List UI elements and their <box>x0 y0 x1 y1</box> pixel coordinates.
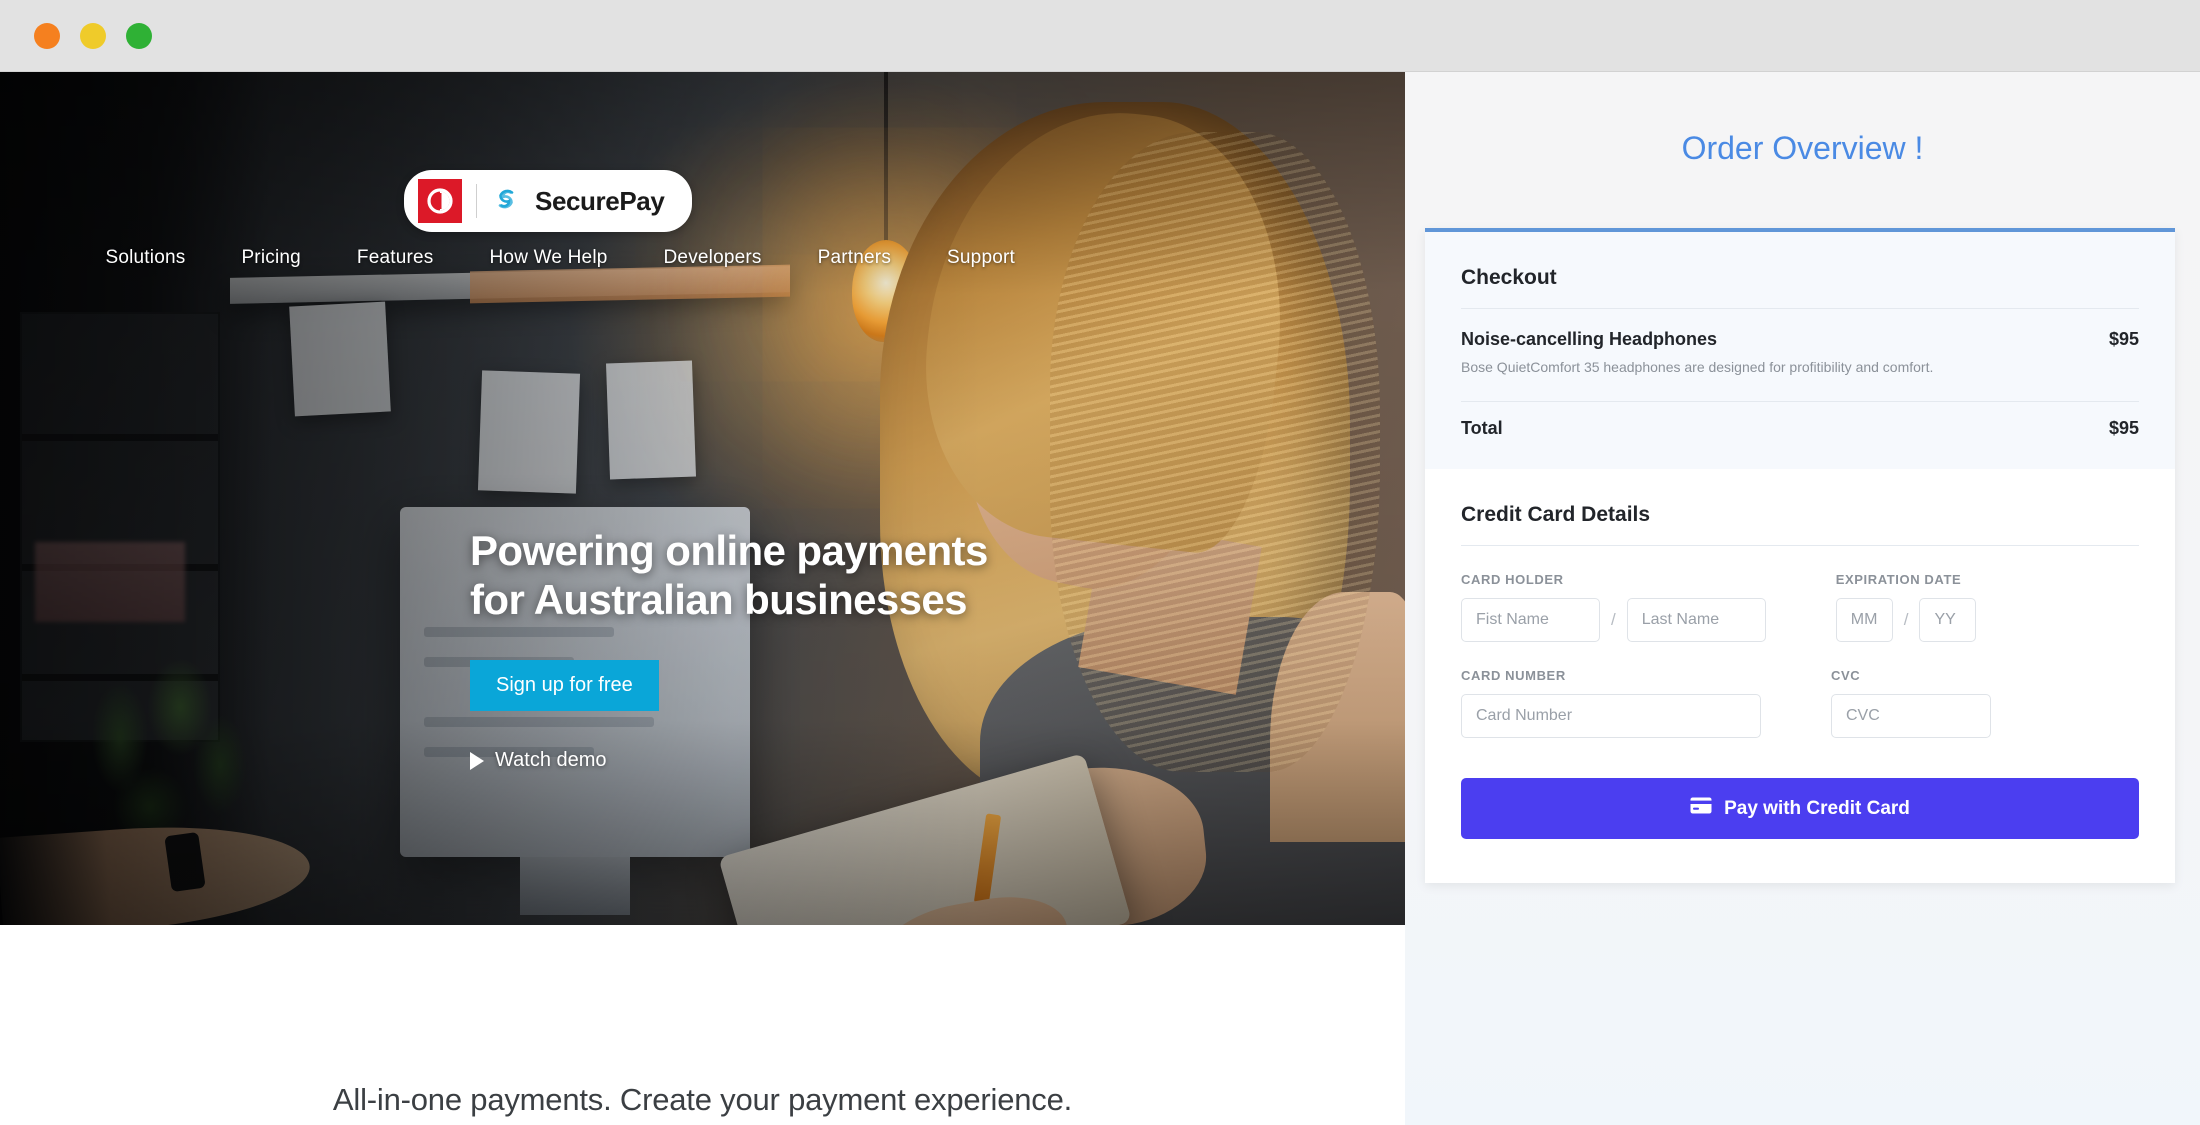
credit-card-heading: Credit Card Details <box>1461 503 1651 526</box>
nav-item-solutions[interactable]: Solutions <box>105 247 185 269</box>
order-overview-title: Order Overview ! <box>1681 130 1924 166</box>
order-line-item: Noise-cancelling Headphones $95 <box>1461 329 2139 350</box>
item-price: $95 <box>2108 329 2139 349</box>
site-logo[interactable]: SecurePay <box>404 170 693 232</box>
nav-item-pricing[interactable]: Pricing <box>241 247 300 269</box>
cvc-input[interactable] <box>1831 694 1991 738</box>
card-holder-group: CARD HOLDER / <box>1461 572 1766 642</box>
window-maximize-button[interactable] <box>126 23 152 49</box>
expiration-date-group: EXPIRATION DATE / <box>1835 572 1977 642</box>
nav-item-partners[interactable]: Partners <box>818 247 891 269</box>
securepay-wordmark: SecurePay <box>535 185 665 216</box>
name-and-expiry-row: CARD HOLDER / EXPIRATION DATE / <box>1461 572 2139 642</box>
credit-card-form: Credit Card Details CARD HOLDER / EXPIRA… <box>1425 469 2175 883</box>
expiry-month-input[interactable] <box>1835 598 1893 642</box>
number-and-cvc-row: CARD NUMBER CVC <box>1461 668 2139 738</box>
pay-button-label: Pay with Credit Card <box>1724 797 1910 819</box>
nav-item-support[interactable]: Support <box>947 247 1015 269</box>
watch-demo-link[interactable]: Watch demo <box>470 749 988 772</box>
first-name-input[interactable] <box>1461 598 1600 642</box>
item-description: Bose QuietComfort 35 headphones are desi… <box>1461 359 1934 375</box>
date-separator: / <box>1903 610 1909 629</box>
divider <box>1461 308 2139 309</box>
card-number-label: CARD NUMBER <box>1461 668 1566 683</box>
checkout-heading: Checkout <box>1461 266 1557 289</box>
hero-copy: Powering online payments for Australian … <box>470 527 988 772</box>
page-content: SecurePay Solutions Pricing Features How… <box>0 72 2200 1125</box>
name-separator: / <box>1611 610 1616 629</box>
last-name-input[interactable] <box>1626 598 1766 642</box>
total-label: Total <box>1461 418 1503 438</box>
australia-post-p-icon <box>418 179 462 223</box>
order-summary-section: Checkout Noise-cancelling Headphones $95… <box>1425 232 2175 469</box>
item-name: Noise-cancelling Headphones <box>1461 329 1718 349</box>
card-number-group: CARD NUMBER <box>1461 668 1761 738</box>
pay-with-credit-card-button[interactable]: Pay with Credit Card <box>1461 778 2139 839</box>
nav-item-developers[interactable]: Developers <box>664 247 762 269</box>
expiration-date-label: EXPIRATION DATE <box>1835 572 1962 587</box>
play-icon <box>470 751 484 770</box>
sign-up-button[interactable]: Sign up for free <box>470 660 659 712</box>
main-navigation: Solutions Pricing Features How We Help D… <box>0 247 1405 269</box>
order-total-row: Total $95 <box>1461 418 2139 439</box>
checkout-card: Checkout Noise-cancelling Headphones $95… <box>1425 228 2175 883</box>
nav-item-how-we-help[interactable]: How We Help <box>490 247 608 269</box>
total-value: $95 <box>2108 418 2139 438</box>
cvc-group: CVC <box>1831 668 1991 738</box>
hero-overlay-gradient <box>0 72 1405 925</box>
card-holder-label: CARD HOLDER <box>1461 572 1564 587</box>
card-number-input[interactable] <box>1461 694 1761 738</box>
cvc-label: CVC <box>1831 668 1861 683</box>
securepay-spiral-icon <box>491 184 521 219</box>
window-title-bar <box>0 0 2200 72</box>
window-close-button[interactable] <box>34 23 60 49</box>
checkout-pane: Order Overview ! Checkout Noise-cancelli… <box>1405 72 2200 1125</box>
window-minimize-button[interactable] <box>80 23 106 49</box>
divider <box>1461 401 2139 402</box>
marketing-site-pane: SecurePay Solutions Pricing Features How… <box>0 72 1405 1125</box>
divider <box>1461 545 2139 546</box>
credit-card-icon <box>1690 797 1712 820</box>
nav-item-features[interactable]: Features <box>357 247 434 269</box>
hero-background-photo <box>0 72 1405 925</box>
hero-section: SecurePay Solutions Pricing Features How… <box>0 72 1405 925</box>
watch-demo-label: Watch demo <box>495 749 607 772</box>
logo-divider <box>476 184 477 218</box>
hero-headline: Powering online payments for Australian … <box>470 527 988 623</box>
site-tagline: All-in-one payments. Create your payment… <box>332 1082 1073 1117</box>
expiry-year-input[interactable] <box>1919 598 1977 642</box>
